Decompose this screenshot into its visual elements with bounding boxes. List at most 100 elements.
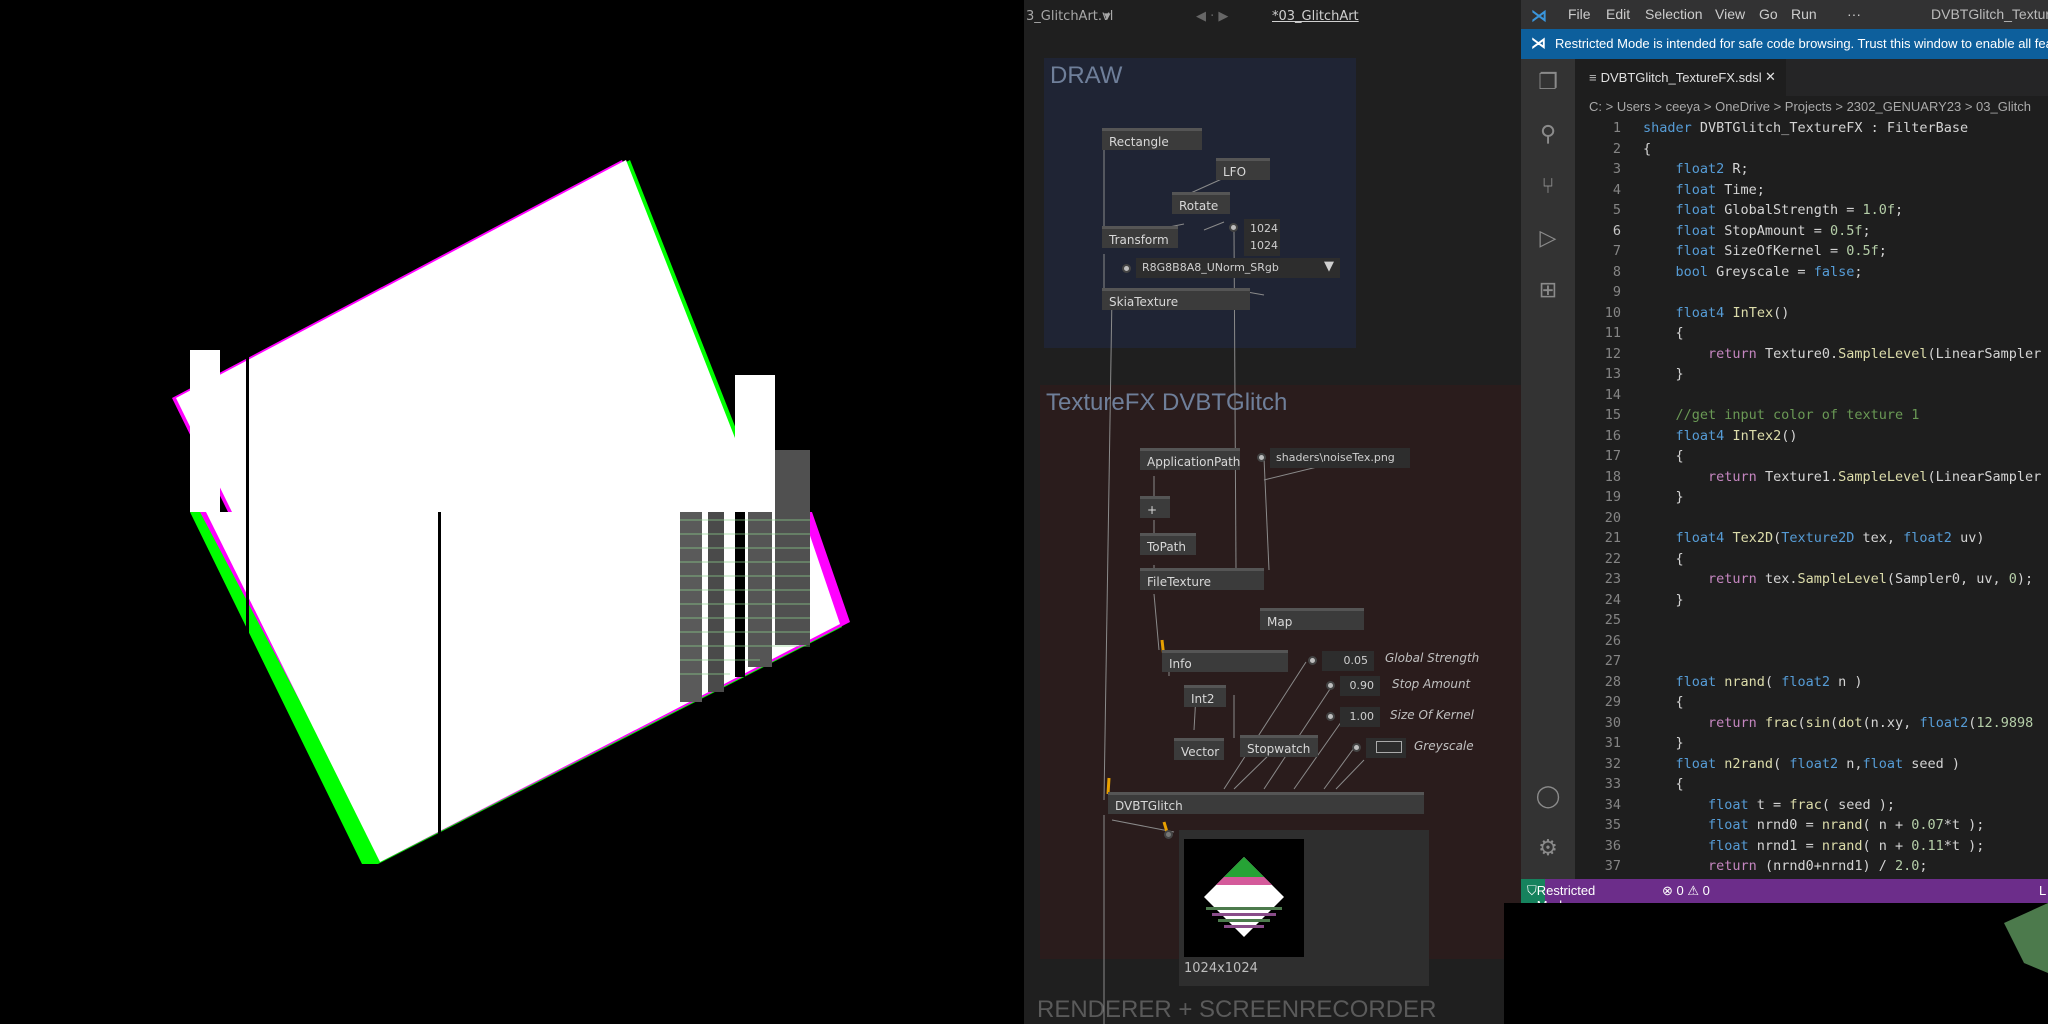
tab-label: DVBTGlitch_TextureFX.sdsl bbox=[1600, 70, 1762, 85]
code-line[interactable]: 22 { bbox=[1575, 551, 2048, 572]
back-arrow-icon[interactable]: ◀ · ▶ bbox=[1196, 9, 1228, 24]
code-line[interactable]: 23 return tex.SampleLevel(Sampler0, uv, … bbox=[1575, 571, 2048, 592]
iobox-pin[interactable] bbox=[1308, 656, 1317, 665]
code-line[interactable]: 37 return (nrnd0+nrnd1) / 2.0; bbox=[1575, 858, 2048, 879]
code-line[interactable]: 7 float SizeOfKernel = 0.5f; bbox=[1575, 243, 2048, 264]
toggle-box[interactable] bbox=[1376, 741, 1402, 753]
iobox-size-b[interactable]: 1024 bbox=[1244, 236, 1280, 256]
iobox-pin[interactable] bbox=[1326, 712, 1335, 721]
source-control-icon[interactable]: ⑂ bbox=[1534, 173, 1562, 201]
menu-view[interactable]: View bbox=[1715, 6, 1745, 22]
document-title[interactable]: *03_GlitchArt bbox=[1272, 9, 1359, 24]
vscode-window[interactable]: ⋊ File Edit Selection View Go Run ··· DV… bbox=[1521, 0, 2048, 903]
code-line[interactable]: 33 { bbox=[1575, 776, 2048, 797]
code-line[interactable]: 21 float4 Tex2D(Texture2D tex, float2 uv… bbox=[1575, 530, 2048, 551]
tab-dvbtglitch[interactable]: ≡ DVBTGlitch_TextureFX.sdsl ✕ bbox=[1575, 59, 1786, 96]
code-line[interactable]: 2{ bbox=[1575, 141, 2048, 162]
iobox-format[interactable]: R8G8B8A8_UNorm_SRgb ▼ bbox=[1136, 258, 1340, 278]
node-map[interactable]: Map bbox=[1260, 608, 1364, 630]
code-line[interactable]: 36 float nrnd1 = nrand( n + 0.11*t ); bbox=[1575, 838, 2048, 859]
code-editor[interactable]: 1 shader DVBTGlitch_TextureFX : FilterBas… bbox=[1575, 120, 2048, 879]
iobox-pin[interactable] bbox=[1257, 453, 1266, 462]
code-line[interactable]: 8 bool Greyscale = false; bbox=[1575, 264, 2048, 285]
menu-selection[interactable]: Selection bbox=[1645, 6, 1703, 22]
code-line[interactable]: 9 bbox=[1575, 284, 2048, 305]
menu-file[interactable]: File bbox=[1568, 6, 1591, 22]
breadcrumb[interactable]: C: > Users > ceeya > OneDrive > Projects… bbox=[1589, 99, 2031, 114]
extensions-icon[interactable]: ⊞ bbox=[1534, 277, 1562, 305]
node-dvbtglitch[interactable]: DVBTGlitch bbox=[1108, 792, 1424, 814]
code-line[interactable]: 10 float4 InTex() bbox=[1575, 305, 2048, 326]
node-topath[interactable]: ToPath bbox=[1140, 533, 1196, 555]
iobox-pin[interactable] bbox=[1326, 681, 1335, 690]
code-line[interactable]: 14 bbox=[1575, 387, 2048, 408]
line-number: 7 bbox=[1612, 243, 1621, 259]
node-int2[interactable]: Int2 bbox=[1184, 685, 1226, 707]
code-line[interactable]: 6 float StopAmount = 0.5f; bbox=[1575, 223, 2048, 244]
iobox-noise-path[interactable]: shaders\noiseTex.png bbox=[1270, 448, 1410, 468]
code-line[interactable]: 19 } bbox=[1575, 489, 2048, 510]
node-plus[interactable]: + bbox=[1140, 496, 1170, 518]
close-icon[interactable]: ✕ bbox=[1765, 69, 1776, 85]
code-line[interactable]: 29 { bbox=[1575, 694, 2048, 715]
iobox-pin[interactable] bbox=[1352, 743, 1361, 752]
menu-run[interactable]: Run bbox=[1791, 6, 1817, 22]
node-skiatexture[interactable]: SkiaTexture bbox=[1102, 288, 1250, 310]
code-line[interactable]: 20 bbox=[1575, 510, 2048, 531]
node-transform[interactable]: Transform bbox=[1102, 226, 1178, 248]
code-line[interactable]: 5 float GlobalStrength = 1.0f; bbox=[1575, 202, 2048, 223]
run-debug-icon[interactable]: ▷ bbox=[1534, 225, 1562, 253]
code-line[interactable]: 24 } bbox=[1575, 592, 2048, 613]
code-line[interactable]: 32 float n2rand( float2 n,float seed ) bbox=[1575, 756, 2048, 777]
iobox-pin[interactable] bbox=[1229, 223, 1238, 232]
code-line[interactable]: 18 return Texture1.SampleLevel(LinearSam… bbox=[1575, 469, 2048, 490]
gear-icon[interactable]: ⚙ bbox=[1534, 835, 1562, 863]
code-line[interactable]: 17 { bbox=[1575, 448, 2048, 469]
node-lfo[interactable]: LFO bbox=[1216, 158, 1270, 180]
code-line[interactable]: 34 float t = frac( seed ); bbox=[1575, 797, 2048, 818]
status-right[interactable]: L bbox=[2039, 883, 2046, 898]
chevron-down-icon[interactable]: ▾ bbox=[1104, 9, 1111, 24]
code-line[interactable]: 31 } bbox=[1575, 735, 2048, 756]
code-line[interactable]: 26 bbox=[1575, 633, 2048, 654]
iobox-pin[interactable] bbox=[1122, 264, 1131, 273]
code-line[interactable]: 25 bbox=[1575, 612, 2048, 633]
iobox-global-strength[interactable]: 0.05 bbox=[1322, 651, 1374, 671]
code-line[interactable]: 3 float2 R; bbox=[1575, 161, 2048, 182]
code-line[interactable]: 12 return Texture0.SampleLevel(LinearSam… bbox=[1575, 346, 2048, 367]
preview-pin[interactable] bbox=[1164, 830, 1173, 839]
menu-go[interactable]: Go bbox=[1759, 6, 1778, 22]
file-tab[interactable]: 3_GlitchArt.vl bbox=[1026, 9, 1113, 24]
iobox-stop-amount[interactable]: 0.90 bbox=[1340, 676, 1380, 696]
node-info[interactable]: Info bbox=[1162, 650, 1288, 672]
greyscale-toggle[interactable] bbox=[1366, 738, 1406, 758]
account-icon[interactable]: ◯ bbox=[1534, 783, 1562, 811]
menu-more[interactable]: ··· bbox=[1847, 6, 1861, 22]
code-line[interactable]: 4 float Time; bbox=[1575, 182, 2048, 203]
code-line[interactable]: 1 shader DVBTGlitch_TextureFX : FilterBas… bbox=[1575, 120, 2048, 141]
search-icon[interactable]: ⚲ bbox=[1534, 121, 1562, 149]
code-line[interactable]: 28 float nrand( float2 n ) bbox=[1575, 674, 2048, 695]
explorer-icon[interactable]: ❐ bbox=[1534, 69, 1562, 97]
code-line[interactable]: 30 return frac(sin(dot(n.xy, float2(12.9… bbox=[1575, 715, 2048, 736]
code-line[interactable]: 11 { bbox=[1575, 325, 2048, 346]
code-line[interactable]: 16 float4 InTex2() bbox=[1575, 428, 2048, 449]
code-line[interactable]: 15 //get input color of texture 1 bbox=[1575, 407, 2048, 428]
preview-size-label: 1024x1024 bbox=[1184, 961, 1258, 976]
node-rectangle[interactable]: Rectangle bbox=[1102, 128, 1202, 150]
code-line[interactable]: 13 } bbox=[1575, 366, 2048, 387]
node-applicationpath[interactable]: ApplicationPath bbox=[1140, 448, 1240, 470]
restricted-mode-banner[interactable]: ⋊ Restricted Mode is intended for safe c… bbox=[1521, 29, 2048, 59]
restricted-mode-status[interactable]: ⛉ Restricted Mode bbox=[1521, 879, 1595, 903]
code-line[interactable]: 27 bbox=[1575, 653, 2048, 674]
node-stopwatch[interactable]: Stopwatch bbox=[1240, 735, 1318, 757]
code-line[interactable]: 35 float nrnd0 = nrand( n + 0.07*t ); bbox=[1575, 817, 2048, 838]
menu-edit[interactable]: Edit bbox=[1606, 6, 1630, 22]
node-filetexture[interactable]: FileTexture bbox=[1140, 568, 1264, 590]
node-rotate[interactable]: Rotate bbox=[1172, 192, 1230, 214]
dropdown-arrow-icon[interactable]: ▼ bbox=[1324, 259, 1334, 274]
node-vector[interactable]: Vector bbox=[1174, 738, 1224, 760]
problems-status[interactable]: ⊗ 0 ⚠ 0 bbox=[1662, 883, 1710, 899]
iobox-size-of-kernel[interactable]: 1.00 bbox=[1340, 707, 1380, 727]
code-text: return Texture0.SampleLevel(LinearSample… bbox=[1708, 345, 2042, 362]
